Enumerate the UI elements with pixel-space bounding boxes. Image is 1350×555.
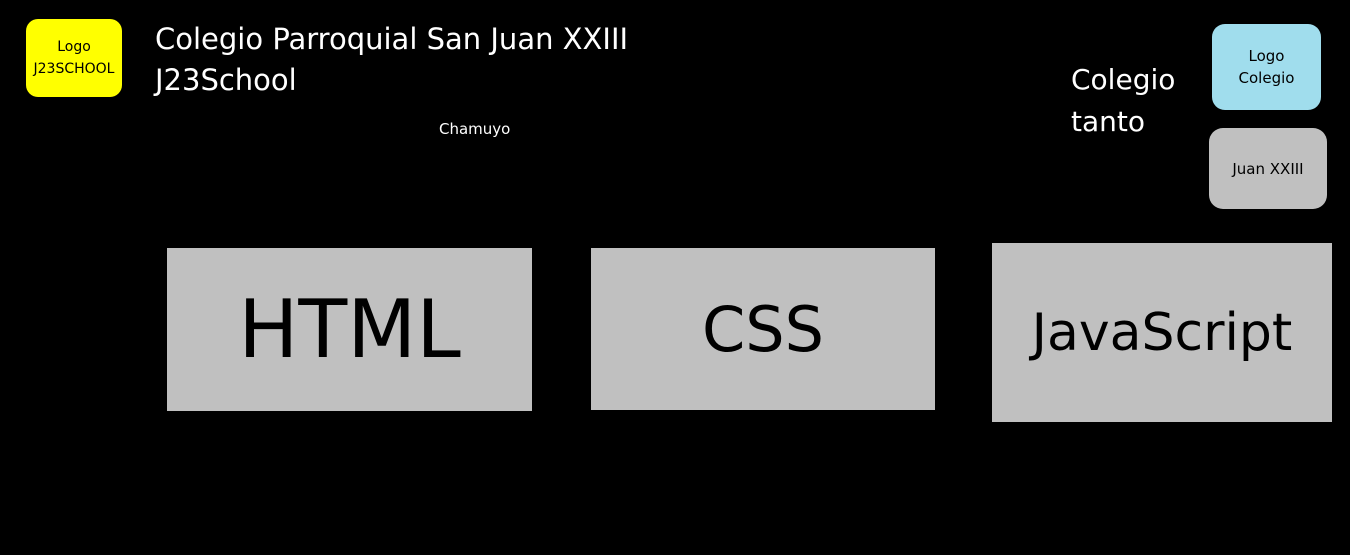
- logo-j23-label-2: J23SCHOOL: [33, 61, 115, 77]
- juan-xxiii-label: Juan XXIII: [1232, 159, 1304, 178]
- colegio-logo[interactable]: Logo Colegio: [1212, 24, 1321, 110]
- school-name-title: Colegio Parroquial San Juan XXIII: [155, 22, 629, 56]
- javascript-box[interactable]: JavaScript: [992, 243, 1332, 422]
- side-text-line-2: tanto: [1071, 105, 1145, 138]
- logo-j23-label-1: Logo: [57, 39, 91, 55]
- subtitle-text: Chamuyo: [439, 120, 511, 138]
- logo-colegio-label-1: Logo: [1248, 47, 1285, 65]
- javascript-label: JavaScript: [1031, 302, 1293, 363]
- css-label: CSS: [701, 292, 824, 366]
- juan-xxiii-button[interactable]: Juan XXIII: [1209, 128, 1327, 209]
- logo-colegio-label-2: Colegio: [1238, 69, 1295, 87]
- css-box[interactable]: CSS: [591, 248, 935, 410]
- html-box[interactable]: HTML: [167, 248, 532, 411]
- j23school-logo[interactable]: Logo J23SCHOOL: [26, 19, 122, 97]
- colegio-side-text: Colegio tanto: [1071, 59, 1175, 143]
- html-label: HTML: [238, 283, 461, 376]
- brand-name-title: J23School: [155, 63, 297, 97]
- side-text-line-1: Colegio: [1071, 63, 1176, 96]
